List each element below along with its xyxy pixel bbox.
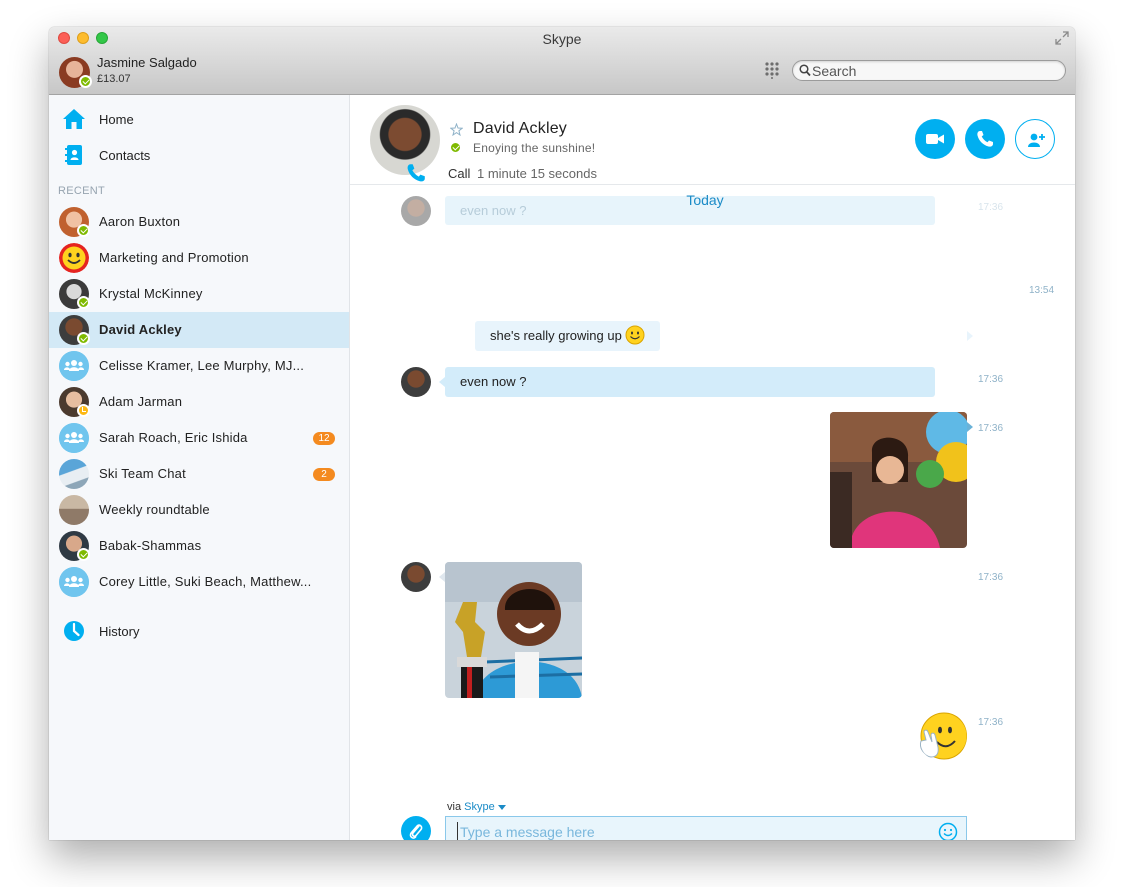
- fullscreen-icon[interactable]: [1055, 31, 1069, 45]
- nav-contacts-label: Contacts: [99, 148, 151, 163]
- conversation-pane: David Ackley Enoying the sunshine! even …: [350, 95, 1075, 840]
- recent-item-label: Celisse Kramer, Lee Murphy, MJ...: [99, 358, 305, 373]
- bubble-tail: [967, 331, 973, 341]
- recent-item-label: Corey Little, Suki Beach, Matthew...: [99, 574, 312, 589]
- audio-call-button[interactable]: [965, 119, 1005, 159]
- bubble-tail: [967, 422, 973, 432]
- chevron-down-icon[interactable]: [497, 804, 506, 810]
- message-timestamp: 17:36: [978, 374, 1004, 385]
- recent-section-header: RECENT: [58, 185, 106, 197]
- emoticon-picker-icon[interactable]: [938, 822, 958, 840]
- recent-item-babak-shammas[interactable]: Babak-Shammas: [49, 528, 349, 564]
- call-duration: 1 minute 15 seconds: [477, 166, 597, 181]
- recent-item-corey-little-group[interactable]: Corey Little, Suki Beach, Matthew...: [49, 564, 349, 600]
- window-title: Skype: [542, 31, 582, 47]
- dialpad-icon[interactable]: [764, 61, 780, 79]
- recent-item-label: Adam Jarman: [99, 394, 183, 409]
- via-service[interactable]: Skype: [464, 801, 495, 813]
- nav-home[interactable]: Home: [49, 103, 349, 135]
- group-chat-icon: [59, 567, 89, 597]
- recent-item-marketing-and-promotion[interactable]: Marketing and Promotion: [49, 240, 349, 276]
- group-chat-icon: [59, 423, 89, 453]
- message-timestamp: 17:36: [978, 572, 1004, 583]
- message-bubble-incoming: even now ?: [445, 367, 935, 397]
- skype-window: Skype Jasmine Salgado £13.07 Search Home…: [49, 27, 1075, 840]
- send-via-selector[interactable]: via Skype: [447, 801, 506, 813]
- call-record-phone-icon: [407, 164, 425, 182]
- recent-item-aaron-buxton[interactable]: Aaron Buxton: [49, 204, 349, 240]
- group-chat-icon: [59, 351, 89, 381]
- recent-item-sarah-roach-group[interactable]: Sarah Roach, Eric Ishida 12: [49, 420, 349, 456]
- smile-emoticon-icon: [625, 325, 645, 345]
- message-avatar: [401, 562, 431, 592]
- message-bubble-outgoing: she's really growing up: [475, 321, 661, 351]
- paperclip-icon: [409, 824, 423, 839]
- nav-contacts[interactable]: Contacts: [49, 139, 349, 171]
- search-input[interactable]: [812, 62, 1057, 79]
- shared-photo-girl-with-balloons[interactable]: [830, 412, 967, 548]
- title-bar: Skype Jasmine Salgado £13.07: [49, 27, 1075, 95]
- search-icon: [799, 64, 811, 77]
- recent-item-weekly-roundtable[interactable]: Weekly roundtable: [49, 492, 349, 528]
- photo-girl-balloons: [830, 412, 967, 548]
- phone-icon: [977, 131, 993, 147]
- call-timestamp: 13:54: [1029, 285, 1055, 296]
- add-person-icon: [1028, 133, 1045, 147]
- smiley-icon: [59, 243, 89, 273]
- add-people-button[interactable]: [1015, 119, 1055, 159]
- photo-boy-trophy: [445, 562, 582, 698]
- message-text: she's really growing up: [490, 328, 622, 343]
- message-compose-box[interactable]: [445, 816, 967, 840]
- recent-item-ski-team-chat[interactable]: Ski Team Chat 2: [49, 456, 349, 492]
- recent-item-label: Sarah Roach, Eric Ishida: [99, 430, 248, 445]
- favorite-star-icon[interactable]: [450, 123, 463, 136]
- message-timestamp: 17:36: [978, 423, 1004, 434]
- contact-status-online-icon: [449, 141, 462, 154]
- message-input[interactable]: [457, 822, 927, 840]
- contact-mood-message: Enoying the sunshine!: [473, 141, 596, 155]
- recent-item-label: Aaron Buxton: [99, 214, 181, 229]
- history-clock-icon: [64, 621, 84, 641]
- recent-item-label: Ski Team Chat: [99, 466, 186, 481]
- unread-count-badge: 12: [313, 432, 335, 445]
- attach-file-button[interactable]: [401, 816, 431, 840]
- video-camera-icon: [926, 134, 944, 144]
- recent-item-label: Marketing and Promotion: [99, 250, 249, 265]
- status-online-icon: [77, 296, 90, 309]
- sidebar: Home Contacts RECENT Aaron Buxton Market…: [49, 95, 350, 840]
- status-away-icon: [77, 404, 90, 417]
- status-online-icon: [77, 224, 90, 237]
- contacts-book-icon: [65, 145, 82, 165]
- message-avatar: [401, 367, 431, 397]
- unread-count-badge: 2: [313, 468, 335, 481]
- home-icon: [63, 109, 85, 129]
- shared-photo-boy-with-trophy[interactable]: [445, 562, 582, 698]
- recent-item-label: Weekly roundtable: [99, 502, 210, 517]
- account-status-online-icon: [79, 75, 92, 88]
- day-separator: Today: [686, 192, 724, 208]
- via-prefix: via: [447, 801, 462, 813]
- nav-history[interactable]: History: [49, 615, 349, 647]
- status-online-icon: [77, 548, 90, 561]
- avatar: [59, 495, 89, 525]
- recent-item-adam-jarman[interactable]: Adam Jarman: [49, 384, 349, 420]
- recent-item-label: Krystal McKinney: [99, 286, 203, 301]
- video-call-button[interactable]: [915, 119, 955, 159]
- call-label: Call: [448, 166, 471, 181]
- account-name[interactable]: Jasmine Salgado: [97, 55, 197, 70]
- recent-item-david-ackley[interactable]: David Ackley: [49, 312, 349, 348]
- status-online-icon: [77, 332, 90, 345]
- nav-home-label: Home: [99, 112, 134, 127]
- nav-history-label: History: [99, 624, 140, 639]
- wave-emoticon-icon: [920, 712, 967, 760]
- recent-item-krystal-mckinney[interactable]: Krystal McKinney: [49, 276, 349, 312]
- recent-item-label: Babak-Shammas: [99, 538, 202, 553]
- contact-name[interactable]: David Ackley: [473, 120, 567, 138]
- message-timestamp: 17:36: [978, 717, 1004, 728]
- search-field[interactable]: [792, 60, 1066, 81]
- avatar: [59, 459, 89, 489]
- recent-item-celisse-kramer-group[interactable]: Celisse Kramer, Lee Murphy, MJ...: [49, 348, 349, 384]
- account-credit[interactable]: £13.07: [97, 73, 131, 85]
- recent-item-label: David Ackley: [99, 322, 182, 337]
